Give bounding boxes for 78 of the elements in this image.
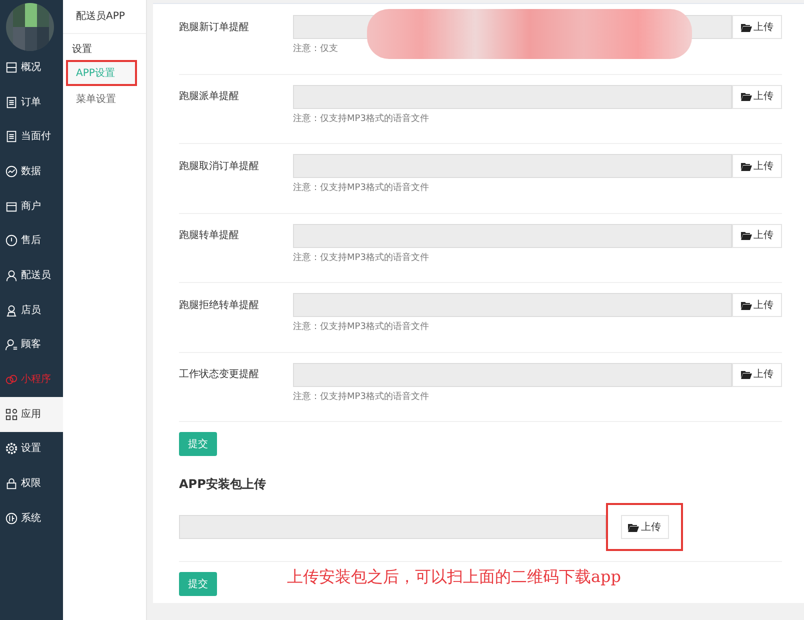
- nav-label: 数据: [21, 164, 41, 179]
- field-label: 跑腿转单提醒: [179, 228, 240, 243]
- upload-button[interactable]: 上传: [732, 84, 782, 108]
- lock-icon: [5, 477, 18, 490]
- section-title: APP安装包上传: [179, 476, 267, 493]
- upload-button[interactable]: 上传: [732, 15, 782, 39]
- nav-label: 系统: [21, 512, 41, 526]
- folder-icon: [740, 231, 752, 240]
- hint-text: 注意：仅支持MP3格式的语音文件: [293, 112, 429, 126]
- nav-item[interactable]: 概况: [0, 50, 63, 85]
- nav-item[interactable]: 配送员: [0, 258, 63, 293]
- person-icon: [5, 338, 18, 352]
- nav-label: 售后: [21, 234, 41, 248]
- nav-item[interactable]: 商户: [0, 188, 63, 224]
- hint-text: 注意：仅支持MP3格式的语音文件: [293, 182, 429, 195]
- nav-label: 当面付: [21, 130, 51, 144]
- nav-item[interactable]: 顾客: [0, 328, 63, 362]
- nav-label: 概况: [21, 60, 41, 75]
- upload-button[interactable]: 上传: [620, 515, 668, 539]
- hint-text: 注意：仅支持MP3格式的语音文件: [293, 252, 429, 264]
- nav-item[interactable]: 应用: [0, 396, 63, 432]
- nav-label: 订单: [21, 96, 41, 110]
- hint-text: 注意：仅支持MP3格式的语音文件: [293, 390, 429, 404]
- group-label: 设置: [71, 42, 93, 57]
- person-icon: [5, 268, 18, 282]
- annotation-text: 上传安装包之后，可以扫上面的二维码下载app: [287, 566, 622, 588]
- file-path-field[interactable]: [293, 293, 732, 317]
- field-label: 跑腿取消订单提醒: [179, 160, 260, 174]
- upload-button[interactable]: 上传: [732, 293, 782, 317]
- circle-icon: [5, 234, 18, 248]
- person-icon: [5, 304, 18, 317]
- nav-label: 设置: [21, 442, 41, 456]
- file-path-field[interactable]: [179, 515, 606, 539]
- rings-icon: [5, 373, 18, 386]
- upload-button[interactable]: 上传: [732, 224, 782, 248]
- upload-button[interactable]: 上传: [732, 154, 782, 178]
- nav-item[interactable]: 权限: [0, 466, 63, 501]
- nav-label: 权限: [21, 476, 41, 492]
- nav-item[interactable]: 系统: [0, 500, 63, 536]
- store-icon: [5, 200, 18, 213]
- layout-icon: [5, 60, 18, 74]
- nav-label: 顾客: [21, 338, 41, 352]
- nav-label: 店员: [21, 304, 41, 318]
- nav-item[interactable]: 店员: [0, 292, 63, 328]
- field-label: 跑腿拒绝转单提醒: [179, 298, 260, 312]
- file-path-field[interactable]: [293, 224, 732, 248]
- folder-icon: [740, 162, 752, 170]
- file-path-field[interactable]: [293, 154, 732, 178]
- file-path-field[interactable]: [293, 362, 732, 386]
- nav-label: 小程序: [21, 372, 51, 388]
- nav-item[interactable]: 当面付: [0, 119, 63, 154]
- nav-label: 应用: [21, 408, 41, 422]
- nav-item[interactable]: 订单: [0, 84, 63, 120]
- folder-icon: [740, 300, 752, 310]
- panel-title: 配送员APP: [63, 0, 146, 34]
- chart-icon: [5, 164, 18, 178]
- nav-label: 配送员: [21, 268, 51, 283]
- nav-item[interactable]: 售后: [0, 223, 63, 258]
- grid-icon: [5, 408, 18, 421]
- folder-icon: [628, 522, 639, 532]
- upload-button[interactable]: 上传: [732, 362, 782, 386]
- settings-icon: [5, 442, 18, 456]
- folder-icon: [740, 22, 752, 32]
- folder-icon: [740, 370, 752, 379]
- field-label: 工作状态变更提醒: [179, 368, 260, 382]
- circle-icon: [5, 512, 18, 525]
- list-icon: [5, 130, 18, 144]
- file-path-field[interactable]: [293, 84, 732, 108]
- nav-item[interactable]: 设置: [0, 432, 63, 466]
- nav-item[interactable]: 数据: [0, 154, 63, 189]
- nav-label: 商户: [21, 200, 41, 214]
- hint-text: 注意：仅支: [293, 43, 338, 56]
- field-label: 跑腿新订单提醒: [179, 20, 250, 34]
- submenu-item[interactable]: 菜单设置: [68, 88, 135, 110]
- hint-text: 注意：仅支持MP3格式的语音文件: [293, 321, 429, 334]
- folder-icon: [740, 92, 752, 101]
- list-icon: [5, 96, 18, 109]
- field-label: 跑腿派单提醒: [179, 90, 240, 104]
